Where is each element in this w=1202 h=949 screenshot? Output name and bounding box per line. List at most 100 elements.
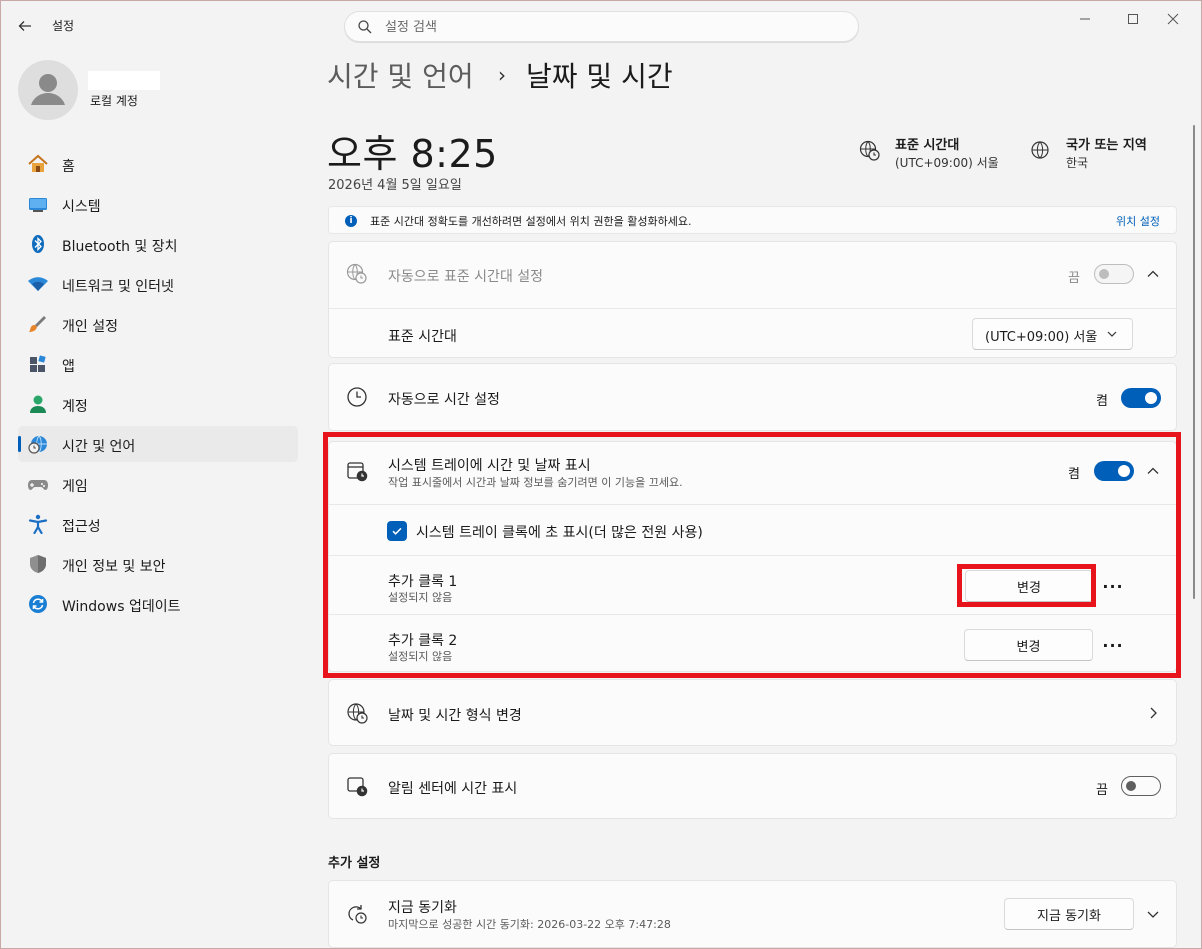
last-sync-text: 마지막으로 성공한 시간 동기화: 2026-03-22 오후 7:47:28 (388, 918, 671, 931)
tray-clock-state: 켬 (1068, 467, 1080, 482)
update-icon (27, 594, 49, 614)
sidebar-item-apps[interactable]: 앱 (18, 346, 298, 382)
account-icon (27, 394, 49, 414)
show-seconds-label: 시스템 트레이 클록에 초 표시(더 많은 전원 사용) (416, 525, 703, 541)
sidebar-item-label: 시스템 (62, 199, 101, 215)
system-icon (27, 194, 49, 214)
chevron-down-icon[interactable] (1145, 906, 1161, 922)
sidebar-item-windows-update[interactable]: Windows 업데이트 (18, 586, 298, 622)
calendar-clock-icon (345, 459, 369, 483)
chevron-up-icon[interactable] (1145, 463, 1161, 479)
date-time-format-label: 날짜 및 시간 형식 변경 (388, 708, 522, 724)
auto-time-state: 켬 (1096, 394, 1108, 409)
user-account-type: 로컬 계정 (90, 94, 138, 108)
sidebar-item-bluetooth[interactable]: Bluetooth 및 장치 (18, 226, 298, 262)
app-title: 설정 (52, 19, 75, 33)
extra-clock-2-status: 설정되지 않음 (388, 650, 453, 663)
breadcrumb-separator: › (498, 63, 506, 87)
sidebar-item-label: Bluetooth 및 장치 (62, 239, 178, 255)
sidebar-item-time-language[interactable]: 시간 및 언어 (18, 426, 298, 462)
tray-clock-toggle[interactable] (1094, 461, 1134, 481)
sync-clock-icon (345, 902, 369, 926)
tray-clock-card: 시스템 트레이에 시간 및 날짜 표시 작업 표시줄에서 시간과 날짜 정보를 … (328, 441, 1177, 672)
location-settings-link[interactable]: 위치 설정 (1116, 213, 1160, 229)
avatar[interactable] (18, 60, 78, 120)
sidebar-item-home[interactable]: 홈 (18, 146, 298, 182)
region-value: 한국 (1066, 156, 1089, 170)
sync-now-card: 지금 동기화 마지막으로 성공한 시간 동기화: 2026-03-22 오후 7… (328, 880, 1177, 948)
breadcrumb-parent[interactable]: 시간 및 언어 (327, 55, 474, 95)
chevron-up-icon[interactable] (1145, 266, 1161, 282)
globe-settings-icon (345, 701, 369, 725)
notification-time-state: 끔 (1096, 783, 1108, 798)
notification-center-card: 알림 센터에 시간 표시 끔 (328, 753, 1177, 819)
timezone-title: 표준 시간대 (895, 138, 960, 153)
date-time-format-card[interactable]: 날짜 및 시간 형식 변경 (328, 679, 1177, 746)
info-icon: i (345, 215, 357, 227)
notification-time-label: 알림 센터에 시간 표시 (388, 781, 518, 797)
sidebar-item-accessibility[interactable]: 접근성 (18, 506, 298, 542)
time-language-icon (27, 434, 49, 454)
sidebar-item-network[interactable]: 네트워크 및 인터넷 (18, 266, 298, 302)
user-name-redacted (88, 71, 160, 90)
current-time: 오후 8:25 (327, 132, 498, 176)
auto-timezone-state: 끔 (1068, 271, 1080, 286)
accessibility-icon (27, 514, 49, 534)
sidebar-item-label: 홈 (62, 159, 75, 175)
globe-clock-icon (345, 262, 369, 286)
globe-clock-icon (858, 139, 882, 163)
sidebar-item-label: 접근성 (62, 519, 101, 535)
notification-time-toggle[interactable] (1121, 776, 1161, 796)
extra-clock-1-label: 추가 클록 1 (388, 574, 458, 590)
auto-timezone-toggle[interactable] (1094, 264, 1134, 284)
page-title: 날짜 및 시간 (526, 60, 673, 93)
sidebar-item-label: 네트워크 및 인터넷 (62, 279, 174, 295)
maximize-button[interactable] (1113, 7, 1153, 31)
sidebar-item-personalization[interactable]: 개인 설정 (18, 306, 298, 342)
sidebar-item-label: 게임 (62, 479, 88, 495)
row-divider (329, 504, 1176, 505)
active-indicator (18, 436, 21, 452)
scrollbar[interactable] (1193, 125, 1195, 599)
show-seconds-checkbox[interactable] (387, 521, 407, 541)
sidebar-item-label: Windows 업데이트 (62, 599, 181, 615)
row-divider (329, 555, 1176, 556)
sidebar-item-system[interactable]: 시스템 (18, 186, 298, 222)
timezone-dropdown[interactable]: (UTC+09:00) 서울 (972, 318, 1133, 350)
extra-clock-1-change-button[interactable]: 변경 (965, 570, 1093, 602)
brush-icon (27, 314, 49, 334)
extra-clock-2-change-button[interactable]: 변경 (964, 629, 1093, 661)
extra-clock-2-label: 추가 클록 2 (388, 633, 458, 649)
current-date: 2026년 4월 5일 일요일 (328, 178, 462, 193)
sidebar-item-accounts[interactable]: 계정 (18, 386, 298, 422)
shield-icon (27, 554, 49, 574)
auto-timezone-card: 자동으로 표준 시간대 설정 끔 표준 시간대 (UTC+09:00) 서울 (328, 241, 1177, 358)
chevron-down-icon (1106, 328, 1118, 344)
notification-clock-icon (345, 774, 369, 798)
sidebar-item-label: 앱 (62, 359, 75, 375)
minimize-button[interactable] (1065, 7, 1105, 31)
region-title: 국가 또는 지역 (1066, 138, 1147, 153)
row-divider (329, 614, 1176, 615)
auto-time-toggle[interactable] (1121, 388, 1161, 408)
auto-time-card: 자동으로 시간 설정 켬 (328, 363, 1177, 431)
sidebar-item-privacy[interactable]: 개인 정보 및 보안 (18, 546, 298, 582)
sync-now-label: 지금 동기화 (388, 900, 457, 916)
more-options-icon[interactable]: ··· (1099, 631, 1127, 659)
more-options-icon[interactable]: ··· (1099, 572, 1127, 600)
chevron-right-icon (1145, 705, 1161, 721)
close-button[interactable] (1153, 7, 1193, 31)
sync-now-button[interactable]: 지금 동기화 (1004, 898, 1134, 930)
back-arrow-icon[interactable] (11, 13, 39, 39)
timezone-dropdown-value: (UTC+09:00) 서울 (985, 330, 1098, 345)
sidebar-item-gaming[interactable]: 게임 (18, 466, 298, 502)
sidebar-item-label: 시간 및 언어 (62, 439, 136, 455)
search-box[interactable] (344, 11, 859, 42)
timezone-select-label: 표준 시간대 (388, 329, 457, 345)
bluetooth-icon (27, 234, 49, 254)
wifi-icon (27, 274, 49, 294)
globe-icon (1029, 139, 1053, 163)
gamepad-icon (27, 474, 49, 494)
sidebar-item-label: 개인 설정 (62, 319, 118, 335)
search-input[interactable] (385, 18, 825, 37)
